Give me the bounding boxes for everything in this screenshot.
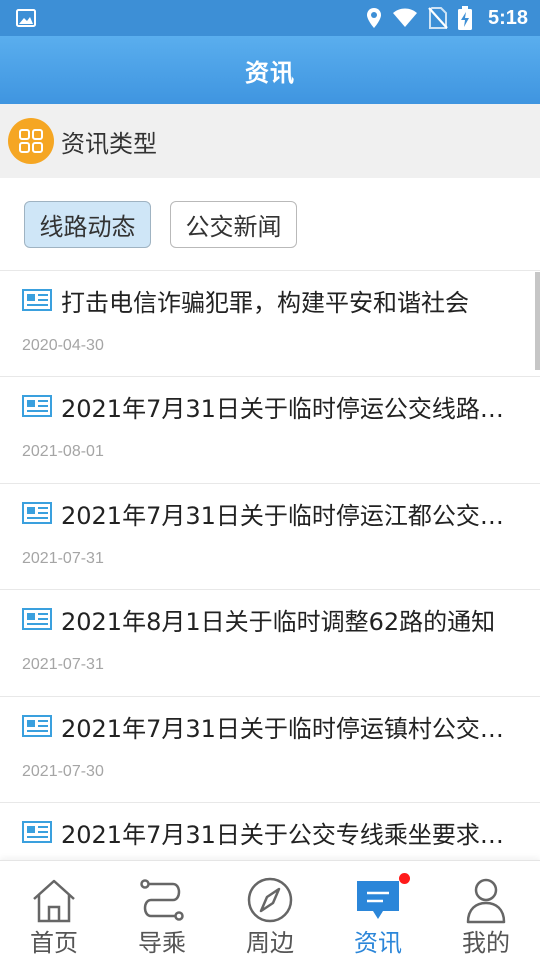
newspaper-icon bbox=[22, 715, 52, 737]
home-icon bbox=[33, 879, 75, 923]
tab-route-news[interactable]: 线路动态 bbox=[24, 201, 151, 248]
page-title: 资讯 bbox=[245, 58, 295, 87]
grid-icon bbox=[19, 129, 43, 153]
battery-charging-icon bbox=[457, 6, 472, 30]
wifi-icon bbox=[392, 8, 417, 27]
news-title: 2021年7月31日关于临时停运公交线路的通知 bbox=[61, 395, 516, 423]
newspaper-icon bbox=[22, 502, 52, 524]
image-icon bbox=[16, 9, 36, 27]
app-header: 资讯 bbox=[0, 36, 540, 104]
nav-label: 导乘 bbox=[138, 929, 186, 957]
news-item[interactable]: 2021年7月31日关于临时停运镇村公交线路的通知 2021-07-30 bbox=[0, 696, 540, 802]
news-title: 2021年8月1日关于临时调整62路的通知 bbox=[61, 608, 496, 636]
section-title: 资讯类型 bbox=[61, 129, 157, 158]
nav-news[interactable]: 资讯 bbox=[324, 861, 432, 960]
news-item[interactable]: 2021年7月31日关于临时停运江都公交线路的通知 2021-07-31 bbox=[0, 483, 540, 589]
compass-icon bbox=[247, 877, 293, 923]
news-item[interactable]: 2021年8月1日关于临时调整62路的通知 2021-07-31 bbox=[0, 589, 540, 695]
clock: 5:18 bbox=[487, 6, 528, 29]
scrollbar[interactable] bbox=[535, 272, 540, 370]
news-date: 2020-04-30 bbox=[22, 337, 104, 354]
nav-label: 资讯 bbox=[354, 929, 402, 957]
status-bar: 5:18 bbox=[0, 0, 540, 36]
news-title: 2021年7月31日关于临时停运镇村公交线路的通知 bbox=[61, 715, 516, 743]
category-tabs: 线路动态 公交新闻 bbox=[0, 178, 540, 270]
nav-home[interactable]: 首页 bbox=[0, 861, 108, 960]
nav-nearby[interactable]: 周边 bbox=[216, 861, 324, 960]
status-icons: 5:18 bbox=[366, 0, 528, 36]
nav-label: 周边 bbox=[246, 929, 294, 957]
news-date: 2021-07-31 bbox=[22, 656, 104, 673]
category-badge bbox=[8, 118, 54, 164]
news-item[interactable]: 打击电信诈骗犯罪，构建平安和谐社会 2020-04-30 bbox=[0, 270, 540, 376]
news-title: 2021年7月31日关于公交专线乘坐要求的通知 bbox=[61, 821, 516, 849]
news-date: 2021-07-30 bbox=[22, 763, 104, 780]
news-title: 2021年7月31日关于临时停运江都公交线路的通知 bbox=[61, 502, 516, 530]
tab-bus-news[interactable]: 公交新闻 bbox=[170, 201, 297, 248]
news-date: 2021-08-01 bbox=[22, 443, 104, 460]
news-item[interactable]: 2021年7月31日关于临时停运公交线路的通知 2021-08-01 bbox=[0, 376, 540, 482]
nav-guide[interactable]: 导乘 bbox=[108, 861, 216, 960]
newspaper-icon bbox=[22, 608, 52, 630]
news-chat-icon bbox=[357, 881, 399, 919]
newspaper-icon bbox=[22, 289, 52, 311]
user-icon bbox=[466, 878, 506, 924]
nav-label: 首页 bbox=[30, 929, 78, 957]
news-date: 2021-07-31 bbox=[22, 550, 104, 567]
newspaper-icon bbox=[22, 821, 52, 843]
news-title: 打击电信诈骗犯罪，构建平安和谐社会 bbox=[61, 289, 469, 317]
news-item[interactable]: 2021年7月31日关于公交专线乘坐要求的通知 bbox=[0, 802, 540, 860]
section-header: 资讯类型 bbox=[0, 104, 540, 178]
news-list: 打击电信诈骗犯罪，构建平安和谐社会 2020-04-30 2021年7月31日关… bbox=[0, 270, 540, 860]
newspaper-icon bbox=[22, 395, 52, 417]
no-sim-icon bbox=[428, 7, 448, 29]
route-icon bbox=[140, 879, 184, 921]
notification-dot bbox=[399, 873, 410, 884]
nav-mine[interactable]: 我的 bbox=[432, 861, 540, 960]
nav-label: 我的 bbox=[462, 929, 510, 957]
location-icon bbox=[366, 8, 381, 28]
bottom-nav: 首页 导乘 周边 资讯 我的 bbox=[0, 860, 540, 960]
